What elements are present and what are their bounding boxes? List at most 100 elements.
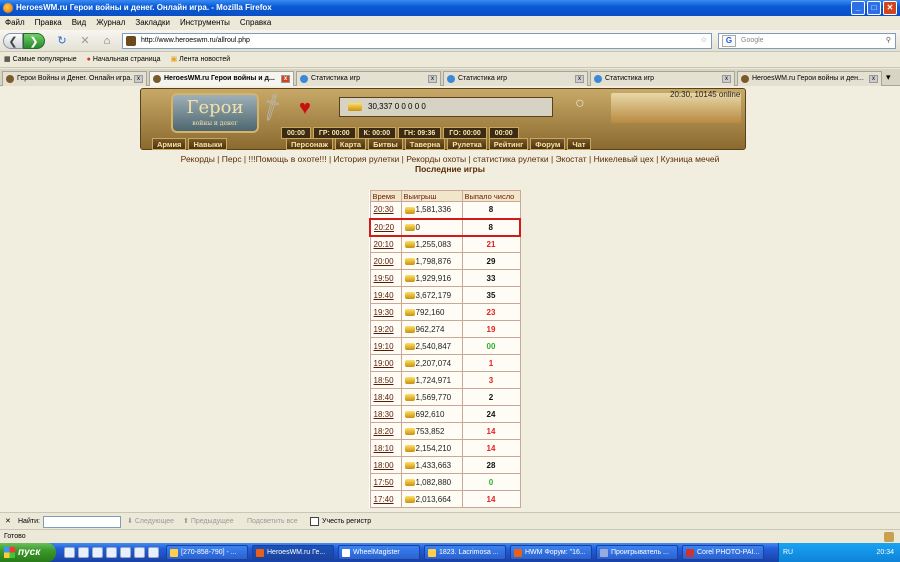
menu-file[interactable]: Файл xyxy=(5,16,25,30)
taskbar-item-6[interactable]: Проигрыватель ... xyxy=(596,545,678,560)
game-time-link[interactable]: 18:30 xyxy=(369,405,402,423)
game-time-link[interactable]: 18:10 xyxy=(369,439,402,457)
game-time-link[interactable]: 18:20 xyxy=(369,422,402,440)
gold-icon xyxy=(404,308,415,316)
tab-5[interactable]: Статистика игр x xyxy=(590,71,735,86)
find-input[interactable] xyxy=(43,516,121,528)
nav-army[interactable]: Армия xyxy=(152,138,187,150)
start-button[interactable]: пуск xyxy=(0,543,56,562)
search-input[interactable]: G Google ⚲ xyxy=(718,33,896,49)
gold-icon xyxy=(404,291,415,299)
tab-4[interactable]: Статистика игр x xyxy=(443,71,588,86)
gold-icon xyxy=(404,223,415,231)
game-time-link[interactable]: 17:40 xyxy=(369,490,402,508)
taskbar-item-3[interactable]: WheelMagister xyxy=(338,545,420,560)
game-nav: Армия Навыки Персонаж Карта Битвы Таверн… xyxy=(0,138,900,150)
quicklaunch-ie-icon[interactable] xyxy=(64,547,75,558)
reload-icon[interactable]: ↻ xyxy=(55,33,69,49)
game-time-link[interactable]: 18:40 xyxy=(369,388,402,406)
nav-skills[interactable]: Навыки xyxy=(188,138,228,150)
game-time-link[interactable]: 19:30 xyxy=(369,303,402,321)
menu-bookmarks[interactable]: Закладки xyxy=(135,16,170,30)
minimize-button[interactable]: _ xyxy=(851,1,865,15)
quicklaunch-app2-icon[interactable] xyxy=(134,547,145,558)
nav-rating[interactable]: Рейтинг xyxy=(488,138,529,150)
quicklaunch-firefox-icon[interactable] xyxy=(148,547,159,558)
game-time-link[interactable]: 18:50 xyxy=(369,371,402,389)
tab-close-icon[interactable]: x xyxy=(575,75,584,83)
nav-forum[interactable]: Форум xyxy=(530,138,566,150)
bookmark-news-feed[interactable]: ▣ Лента новостей xyxy=(171,52,231,67)
status-bar: Готово xyxy=(0,529,900,543)
taskbar-item-5[interactable]: HWM Форум: "16... xyxy=(510,545,592,560)
game-time-link[interactable]: 18:00 xyxy=(369,456,402,474)
forward-button[interactable]: ❯ xyxy=(23,33,45,49)
menu-edit[interactable]: Правка xyxy=(35,16,62,30)
sword-icon: 🗡 xyxy=(255,92,289,124)
taskbar-item-2[interactable]: HeroesWM.ru Ге... xyxy=(252,545,334,560)
quicklaunch-desktop-icon[interactable] xyxy=(78,547,89,558)
table-row: 17:40 2,013,664 14 xyxy=(369,490,521,508)
tab-close-icon[interactable]: x xyxy=(134,75,143,83)
game-time-link[interactable]: 19:10 xyxy=(369,337,402,355)
tab-list-icon[interactable]: ▾ xyxy=(886,72,891,83)
taskbar-item-7[interactable]: Corel PHOTO-PAI... xyxy=(682,545,764,560)
game-time-link[interactable]: 17:50 xyxy=(369,473,402,491)
tab-close-icon[interactable]: x xyxy=(869,75,878,83)
game-time-link[interactable]: 19:50 xyxy=(369,269,402,287)
menu-history[interactable]: Журнал xyxy=(96,16,125,30)
home-icon[interactable]: ⌂ xyxy=(100,33,114,49)
game-time-link[interactable]: 19:40 xyxy=(369,286,402,304)
roulette-games-table: Время Выигрыш Выпало число 20:30 1,581,33… xyxy=(369,190,521,508)
tab-close-icon[interactable]: x xyxy=(428,75,437,83)
taskbar-item-1[interactable]: [270-858-790] - ... xyxy=(166,545,248,560)
quicklaunch-app-icon[interactable] xyxy=(120,547,131,558)
bookmark-start-page[interactable]: ● Начальная страница xyxy=(87,52,161,67)
search-icon[interactable]: ⚲ xyxy=(886,34,891,48)
url-bar[interactable]: http://www.heroeswm.ru/allroul.php ☆ xyxy=(122,33,712,49)
tab-1[interactable]: Герои Войны и Денег. Онлайн игра. x xyxy=(2,71,147,86)
nav-battles[interactable]: Битвы xyxy=(368,138,403,150)
extension-icon[interactable] xyxy=(884,532,894,542)
tab-close-icon[interactable]: x xyxy=(281,75,290,83)
tab-3[interactable]: Статистика игр x xyxy=(296,71,441,86)
nav-roulette[interactable]: Рулетка xyxy=(447,138,487,150)
quicklaunch-explorer-icon[interactable] xyxy=(92,547,103,558)
menu-tools[interactable]: Инструменты xyxy=(180,16,230,30)
nav-tavern[interactable]: Таверна xyxy=(404,138,446,150)
maximize-button[interactable]: □ xyxy=(867,1,881,15)
back-button[interactable]: ❮ xyxy=(3,33,23,49)
bookmark-star-icon[interactable]: ☆ xyxy=(701,34,707,48)
menu-help[interactable]: Справка xyxy=(240,16,271,30)
taskbar-item-4[interactable]: 1823. Lacrimosa ... xyxy=(424,545,506,560)
game-time-link[interactable]: 20:00 xyxy=(369,252,402,270)
close-button[interactable]: ✕ xyxy=(883,1,897,15)
find-next-button[interactable]: ⬇ Следующее xyxy=(127,513,174,530)
clock: 20:34 xyxy=(876,549,894,556)
highlight-all-button[interactable]: Подсветить все xyxy=(247,513,298,530)
nav-map[interactable]: Карта xyxy=(334,138,367,150)
match-case-checkbox[interactable] xyxy=(310,517,319,526)
nav-character[interactable]: Персонаж xyxy=(286,138,333,150)
game-time-link[interactable]: 19:00 xyxy=(369,354,402,372)
number-cell: 14 xyxy=(461,439,521,457)
stop-icon[interactable]: ✕ xyxy=(78,33,92,49)
bookmark-most-visited[interactable]: ▦ Самые популярные xyxy=(4,52,77,67)
quicklaunch-media-icon[interactable] xyxy=(106,547,117,558)
menu-view[interactable]: Вид xyxy=(72,16,86,30)
game-time-link[interactable]: 20:30 xyxy=(369,201,402,219)
game-time-link[interactable]: 19:20 xyxy=(369,320,402,338)
findbar-close-icon[interactable]: ✕ xyxy=(5,513,11,530)
find-prev-button[interactable]: ⬆ Предыдущее xyxy=(183,513,234,530)
google-icon[interactable]: G xyxy=(722,35,736,47)
gold-icon xyxy=(404,274,415,282)
tab-2[interactable]: HeroesWM.ru Герои войны и д... x xyxy=(149,71,294,86)
tab-close-icon[interactable]: x xyxy=(722,75,731,83)
language-indicator[interactable]: RU xyxy=(783,543,793,562)
game-logo[interactable]: Герои войны и денег xyxy=(171,93,259,133)
game-time-link[interactable]: 20:20 xyxy=(369,217,402,237)
tab-6[interactable]: HeroesWM.ru Герои войны и ден... x xyxy=(737,71,882,86)
nav-chat[interactable]: Чат xyxy=(567,138,591,150)
quick-links[interactable]: Рекорды | Перс | !!!Помощь в охоте!!! | … xyxy=(0,154,900,164)
game-time-link[interactable]: 20:10 xyxy=(369,235,402,253)
